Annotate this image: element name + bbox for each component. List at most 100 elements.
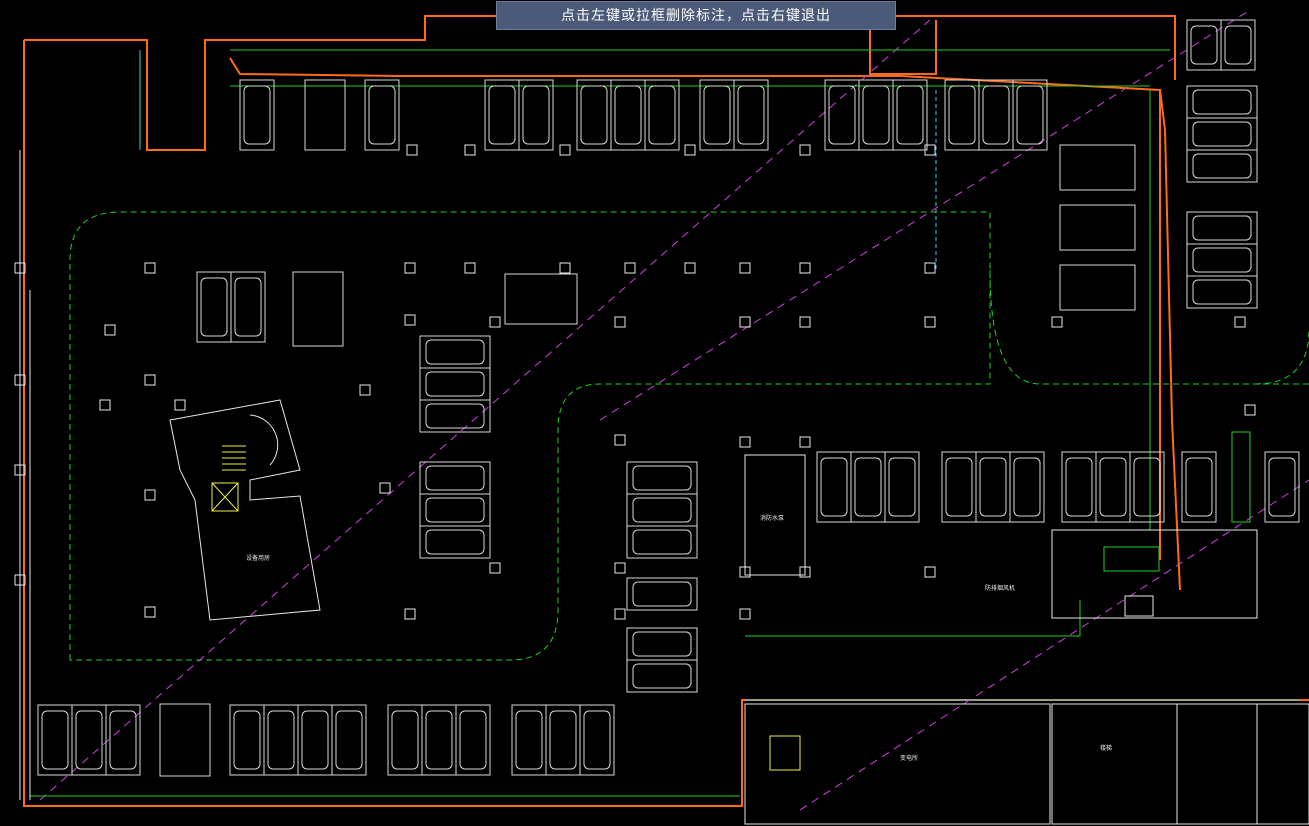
column xyxy=(924,566,936,578)
parking-bay xyxy=(579,704,615,776)
column xyxy=(799,262,811,274)
section-line-c xyxy=(599,9,1251,421)
parking-bay xyxy=(626,525,698,559)
parking-bay xyxy=(105,704,141,776)
stair-core-outline xyxy=(169,399,321,621)
parking-bay xyxy=(1012,79,1048,151)
bottom-rooms xyxy=(19,150,1309,825)
accessible-bay-5 xyxy=(1059,144,1136,191)
parking-bay xyxy=(884,451,920,523)
parking-bay xyxy=(816,451,852,523)
parking-bay xyxy=(892,79,928,151)
label-equipment: 防排烟风机 xyxy=(985,584,1015,592)
outer-wall-left xyxy=(23,40,1309,807)
parking-bay xyxy=(1186,211,1258,245)
column xyxy=(406,144,418,156)
parking-bay xyxy=(850,451,886,523)
column xyxy=(404,262,416,274)
parking-bay xyxy=(518,79,554,151)
column xyxy=(614,316,626,328)
parking-bay xyxy=(1129,451,1165,523)
column xyxy=(1051,316,1063,328)
column xyxy=(559,262,571,274)
column xyxy=(489,562,501,574)
parking-bay xyxy=(1264,451,1300,523)
parking-bay xyxy=(978,79,1014,151)
outer-wall-top-right xyxy=(896,15,1176,80)
stair-treads xyxy=(222,445,246,471)
column xyxy=(144,489,156,501)
parking-bay xyxy=(1186,149,1258,183)
parking-bay xyxy=(545,704,581,776)
parking-bay xyxy=(1009,451,1045,523)
parking-bay xyxy=(610,79,646,151)
parking-bays xyxy=(37,19,1300,776)
column xyxy=(684,144,696,156)
zone-outline-corner xyxy=(1254,329,1309,385)
accessible-bay-3 xyxy=(159,703,211,777)
label-room-bottom: 变电所 xyxy=(900,754,918,762)
column xyxy=(799,436,811,448)
stair-arc xyxy=(249,414,279,466)
green-pipes xyxy=(30,49,1170,797)
parking-bay xyxy=(1186,85,1258,119)
column xyxy=(1234,316,1246,328)
equipment-box-2 xyxy=(1124,595,1154,617)
cad-drawing[interactable]: 设备用房 消防水泵 防排烟风机 楼梯 变电所 xyxy=(0,0,1309,826)
equipment-room xyxy=(1051,431,1258,619)
accessible-bay-6 xyxy=(1059,204,1136,251)
parking-bay xyxy=(626,659,698,693)
parking-bay xyxy=(824,79,860,151)
column xyxy=(464,144,476,156)
equipment-panel xyxy=(1103,546,1160,572)
parking-bay xyxy=(484,79,520,151)
column xyxy=(464,262,476,274)
zone-outlines xyxy=(69,211,1309,661)
parking-bay xyxy=(1220,19,1256,71)
parking-bay xyxy=(1186,117,1258,151)
column xyxy=(924,262,936,274)
parking-bay xyxy=(576,79,612,151)
parking-bay xyxy=(1186,243,1258,277)
parking-bay xyxy=(419,335,491,369)
room-labels: 设备用房 消防水泵 防排烟风机 楼梯 变电所 xyxy=(246,514,1112,762)
parking-bay xyxy=(364,79,400,151)
column xyxy=(739,316,751,328)
outer-wall-top xyxy=(24,15,498,151)
parking-bay xyxy=(644,79,680,151)
parking-bay xyxy=(1061,451,1097,523)
column xyxy=(739,608,751,620)
column xyxy=(924,316,936,328)
parking-bay xyxy=(196,271,232,343)
parking-bay xyxy=(71,704,107,776)
parking-bay xyxy=(975,451,1011,523)
column xyxy=(404,608,416,620)
accessible-bay-4 xyxy=(304,79,346,151)
column xyxy=(614,608,626,620)
column xyxy=(144,262,156,274)
cyan-lines xyxy=(139,50,1300,701)
label-stairs: 楼梯 xyxy=(1100,744,1112,752)
parking-bay xyxy=(229,704,265,776)
accessible-bay-2 xyxy=(504,273,578,325)
label-room-mid: 消防水泵 xyxy=(760,514,784,522)
parking-bay xyxy=(1095,451,1131,523)
column xyxy=(684,262,696,274)
column xyxy=(144,606,156,618)
column xyxy=(614,562,626,574)
stair-bottom xyxy=(769,735,801,771)
stair-core xyxy=(169,399,321,621)
column xyxy=(174,399,186,411)
parking-bay xyxy=(387,704,423,776)
pipe-mid xyxy=(745,600,1081,637)
parking-bay xyxy=(626,627,698,661)
column xyxy=(559,144,571,156)
room-bottom-2 xyxy=(1051,703,1178,825)
accessible-bay-1 xyxy=(292,271,344,347)
cad-canvas[interactable]: 设备用房 消防水泵 防排烟风机 楼梯 变电所 点击左键或拉框删除标注，点击右键退… xyxy=(0,0,1309,826)
equipment-room-outline xyxy=(1051,529,1258,619)
parking-bay xyxy=(626,493,698,527)
column xyxy=(144,374,156,386)
parking-bay xyxy=(511,704,547,776)
orange-pipe-route xyxy=(229,57,1181,591)
